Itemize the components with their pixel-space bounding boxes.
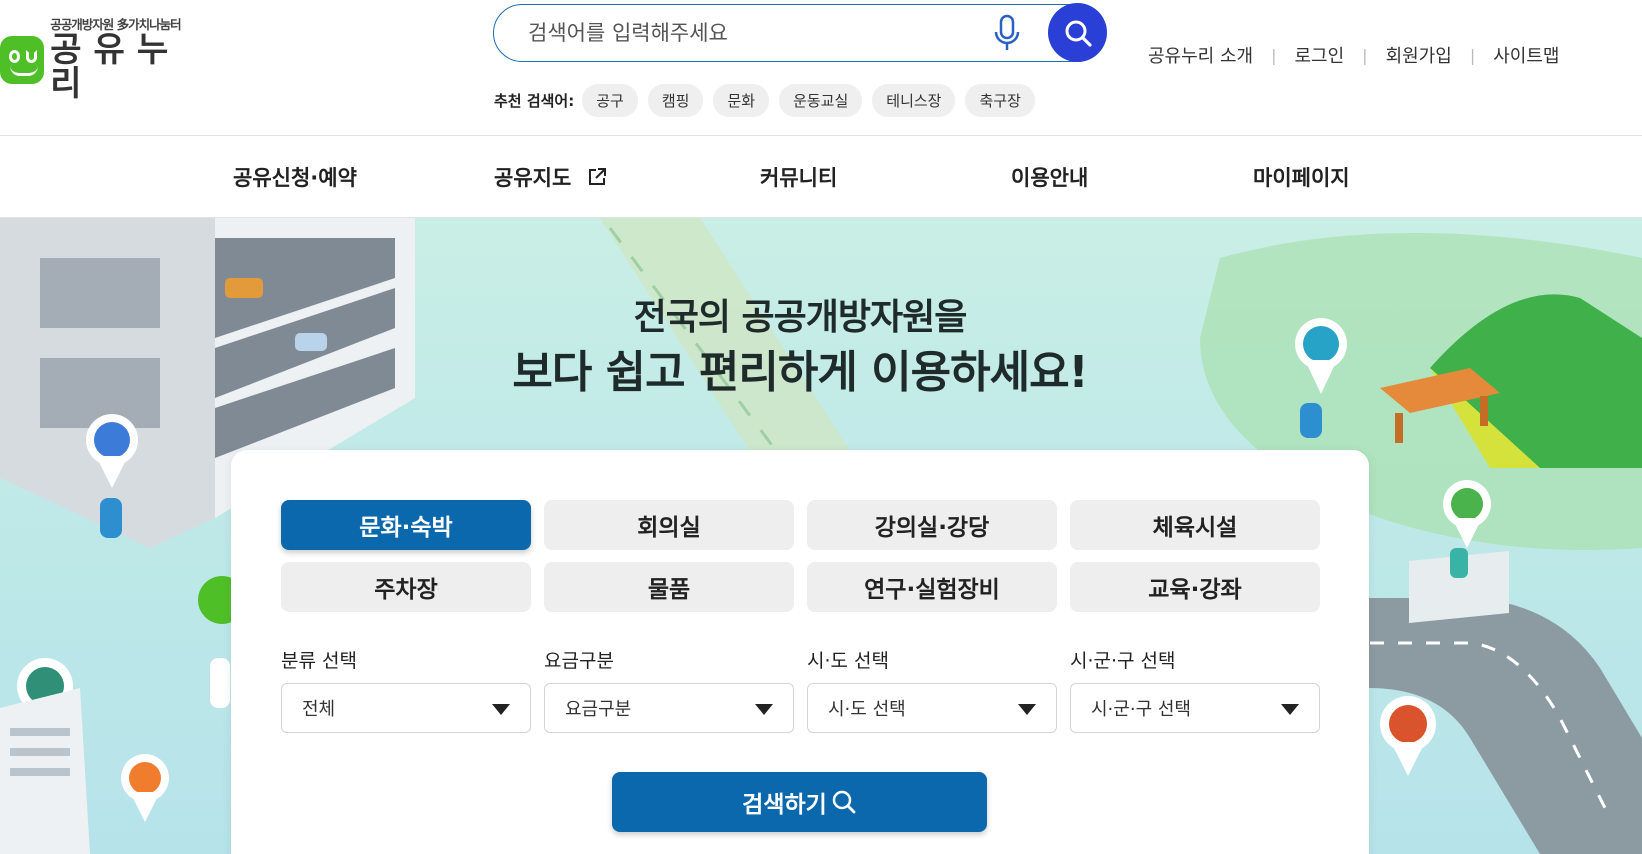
district-select[interactable]: 시·군·구 선택 — [1070, 683, 1320, 733]
link-sitemap[interactable]: 사이트맵 — [1493, 42, 1559, 68]
link-signup[interactable]: 회원가입 — [1386, 42, 1452, 68]
select-value: 시·군·구 선택 — [1091, 699, 1191, 720]
keyword-chip-camping[interactable]: 캠핑 — [647, 84, 704, 117]
hero-title-line1: 전국의 공공개방자원을 — [633, 297, 968, 338]
category-meeting-room[interactable]: 회의실 — [544, 500, 794, 550]
filter-category: 분류 선택 전체 — [281, 646, 531, 733]
search-icon — [1065, 20, 1092, 47]
nav-item-apply-reserve[interactable]: 공유신청·예약 — [233, 162, 357, 192]
nav-label: 커뮤니티 — [760, 166, 838, 190]
divider: | — [1362, 45, 1368, 65]
caret-down-icon — [492, 704, 510, 715]
category-sports-facility[interactable]: 체육시설 — [1070, 500, 1320, 550]
utility-links: 공유누리 소개 | 로그인 | 회원가입 | 사이트맵 — [1148, 42, 1559, 68]
select-value: 시·도 선택 — [828, 699, 906, 720]
site-logo[interactable]: 공공개방자원 多가치나눔터 공유누리 — [0, 18, 210, 101]
keyword-chip-exercise-class[interactable]: 운동교실 — [779, 84, 863, 117]
nav-label: 공유지도 — [494, 166, 572, 190]
main-nav: 공유신청·예약 공유지도 커뮤니티 이용안내 마이페이지 — [0, 136, 1642, 218]
category-research-equipment[interactable]: 연구·실험장비 — [807, 562, 1057, 612]
link-login[interactable]: 로그인 — [1294, 42, 1344, 68]
search-icon — [832, 790, 856, 814]
hero-banner: 전국의 공공개방자원을 보다 쉽고 편리하게 이용하세요! 문화·숙박 회의실 … — [0, 218, 1642, 854]
category-select[interactable]: 전체 — [281, 683, 531, 733]
category-goods[interactable]: 물품 — [544, 562, 794, 612]
search-input[interactable] — [528, 17, 968, 49]
filter-district: 시·군·구 선택 시·군·구 선택 — [1070, 646, 1320, 733]
nav-label: 마이페이지 — [1253, 166, 1350, 190]
external-link-icon — [588, 168, 606, 185]
keyword-chip-soccer-field[interactable]: 축구장 — [965, 84, 1035, 117]
link-about[interactable]: 공유누리 소개 — [1148, 42, 1253, 68]
category-grid: 문화·숙박 회의실 강의실·강당 체육시설 주차장 물품 연구·실험장비 교육·… — [281, 500, 1320, 612]
nav-item-community[interactable]: 커뮤니티 — [760, 162, 837, 192]
select-value: 전체 — [302, 699, 336, 720]
filter-row: 분류 선택 전체 요금구분 요금구분 시·도 선택 시·도 선택 시·군·구 선… — [281, 646, 1320, 733]
filter-label: 분류 선택 — [281, 650, 357, 672]
filter-label: 시·도 선택 — [807, 650, 889, 672]
search-box — [493, 3, 1107, 62]
keyword-chip-culture[interactable]: 문화 — [713, 84, 770, 117]
recommended-keywords: 추천 검색어: 공구 캠핑 문화 운동교실 테니스장 축구장 — [494, 84, 1045, 117]
filter-fee: 요금구분 요금구분 — [544, 646, 794, 733]
search-panel: 문화·숙박 회의실 강의실·강당 체육시설 주차장 물품 연구·실험장비 교육·… — [231, 450, 1369, 854]
nav-label: 이용안내 — [1011, 166, 1089, 190]
logo-icon — [0, 36, 45, 84]
category-culture-lodging[interactable]: 문화·숙박 — [281, 500, 531, 550]
recommended-label: 추천 검색어: — [494, 92, 575, 110]
nav-label: 공유신청·예약 — [233, 166, 357, 190]
filter-label: 시·군·구 선택 — [1070, 650, 1176, 672]
category-education[interactable]: 교육·강좌 — [1070, 562, 1320, 612]
category-parking[interactable]: 주차장 — [281, 562, 531, 612]
caret-down-icon — [1018, 704, 1036, 715]
logo-title: 공유누리 — [50, 30, 181, 105]
nav-item-mypage[interactable]: 마이페이지 — [1253, 162, 1350, 192]
province-select[interactable]: 시·도 선택 — [807, 683, 1057, 733]
nav-item-guide[interactable]: 이용안내 — [1011, 162, 1088, 192]
caret-down-icon — [1281, 704, 1299, 715]
nav-item-share-map[interactable]: 공유지도 — [494, 162, 607, 192]
divider: | — [1271, 45, 1277, 65]
caret-down-icon — [755, 704, 773, 715]
filter-province: 시·도 선택 시·도 선택 — [807, 646, 1057, 733]
search-button[interactable] — [1048, 3, 1107, 62]
category-lecture-hall[interactable]: 강의실·강당 — [807, 500, 1057, 550]
fee-select[interactable]: 요금구분 — [544, 683, 794, 733]
search-submit-label: 검색하기 — [742, 792, 827, 818]
select-value: 요금구분 — [565, 699, 632, 720]
keyword-chip-tennis-court[interactable]: 테니스장 — [872, 84, 956, 117]
filter-label: 요금구분 — [544, 650, 614, 672]
keyword-chip-tool[interactable]: 공구 — [582, 84, 638, 117]
header: 공공개방자원 多가치나눔터 공유누리 추천 검색어: 공구 캠핑 문화 운동교실… — [0, 0, 1642, 136]
search-submit-button[interactable]: 검색하기 — [612, 772, 987, 832]
microphone-icon[interactable] — [990, 13, 1024, 53]
hero-title-line2: 보다 쉽고 편리하게 이용하세요! — [512, 347, 1088, 398]
divider: | — [1469, 45, 1476, 65]
